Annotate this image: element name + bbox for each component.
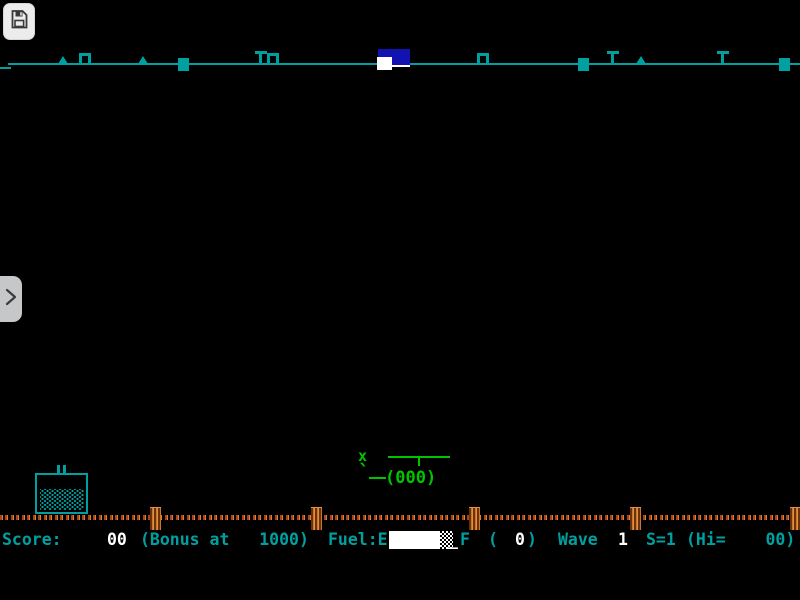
tank-fill-pattern — [40, 489, 84, 510]
fuel-tank-sprite — [35, 465, 90, 514]
radar-icon-triangle — [636, 56, 646, 64]
plane-nose — [369, 477, 386, 479]
ground-line — [0, 515, 800, 520]
radar-icon-tee — [717, 51, 729, 64]
plane-sprite: x ` (000) — [355, 448, 450, 490]
wave-value: 1 — [618, 530, 628, 549]
fuel-gauge-bar — [389, 531, 440, 549]
radar-icon-triangle — [58, 56, 68, 64]
counter-open: ( — [488, 530, 498, 549]
chevron-right-icon — [3, 284, 22, 314]
fuel-end-label: F — [460, 530, 470, 549]
counter-close: ) — [527, 530, 537, 549]
sound-label: S=1 — [646, 530, 676, 549]
radar-terrain-line-left — [0, 67, 11, 69]
fuel-underscore: _ — [448, 530, 458, 549]
radar-icon-square — [178, 58, 189, 71]
counter-value: 0 — [515, 530, 525, 549]
floppy-icon — [10, 9, 29, 34]
bonus-text: (Bonus at 1000) — [140, 530, 309, 549]
radar-icon-triangle — [138, 56, 148, 64]
save-button[interactable] — [3, 3, 35, 40]
score-value: 00 — [107, 530, 127, 549]
status-bar: Score: 00 (Bonus at 1000) Fuel:E _ F ( 0… — [0, 528, 800, 552]
radar-icon-tee — [255, 51, 267, 64]
radar-strip — [0, 0, 800, 80]
plane-body: (000) — [385, 468, 436, 488]
radar-icon-pi — [477, 53, 489, 64]
drawer-toggle[interactable] — [0, 276, 22, 322]
radar-icon-tee — [607, 51, 619, 64]
plane-tail: ` — [358, 460, 370, 484]
fuel-label: Fuel:E — [328, 530, 388, 549]
fence-post — [311, 507, 322, 530]
fence-post — [790, 507, 800, 530]
radar-icon-pi — [79, 53, 91, 64]
plane-strut — [418, 458, 420, 466]
radar-icon-square — [779, 58, 790, 71]
fence-post — [630, 507, 641, 530]
fence-post — [469, 507, 480, 530]
radar-icon-square — [578, 58, 589, 71]
hi-score-text: (Hi= 00) — [686, 530, 795, 549]
radar-icon-pi — [267, 53, 279, 64]
wave-label: Wave — [558, 530, 598, 549]
score-label: Score: — [2, 530, 62, 549]
radar-player-marker — [377, 57, 392, 70]
fence-post — [150, 507, 161, 530]
